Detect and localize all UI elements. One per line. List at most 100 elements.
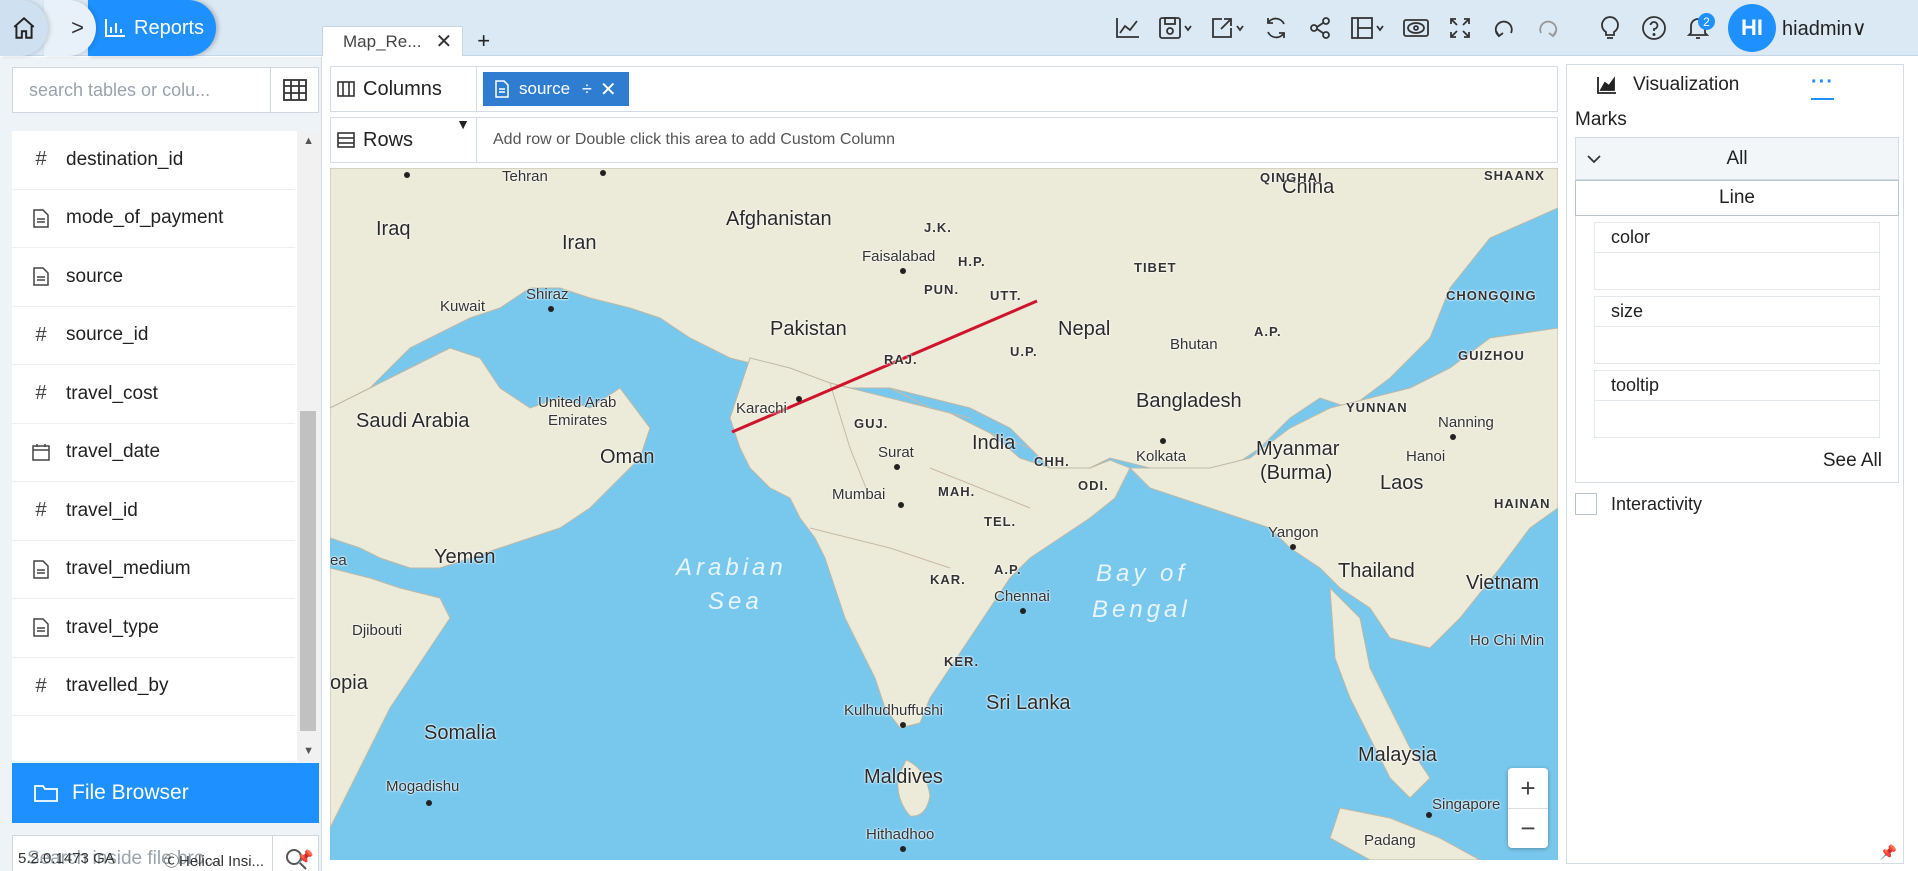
field-item[interactable]: travel_type <box>12 599 295 658</box>
refresh-button[interactable] <box>1254 8 1298 48</box>
preview-button[interactable] <box>1394 8 1438 48</box>
zoom-in-button[interactable]: + <box>1508 768 1548 808</box>
field-item[interactable]: # source_id <box>12 307 295 365</box>
text-field-icon <box>30 560 52 579</box>
field-item[interactable]: # travel_cost <box>12 365 295 424</box>
undo-button[interactable] <box>1482 8 1526 48</box>
map-label-guj: GUJ. <box>854 416 889 431</box>
marks-all-selector[interactable]: All <box>1576 138 1898 180</box>
field-name: travel_id <box>66 499 138 521</box>
pill-remove-icon[interactable]: ✕ <box>600 77 617 102</box>
map-label-ho-chi-minh: Ho Chi Min <box>1470 632 1545 649</box>
zoom-out-button[interactable]: − <box>1508 808 1548 848</box>
field-item[interactable]: source <box>12 248 295 307</box>
city-dot <box>900 268 906 274</box>
map-label-india: India <box>972 432 1016 454</box>
map-label-iraq: Iraq <box>376 218 411 240</box>
redo-icon <box>1539 20 1558 38</box>
left-panel: # destination_id mode_of_paymentsource # sou… <box>0 57 322 871</box>
mark-type-select[interactable]: Line <box>1575 180 1899 216</box>
city-dot <box>898 502 904 508</box>
interactivity-checkbox[interactable] <box>1575 493 1597 515</box>
mark-property-tooltip[interactable]: tooltip <box>1594 370 1880 438</box>
rows-icon <box>337 132 355 148</box>
mark-property-dropzone[interactable] <box>1595 327 1879 363</box>
field-item[interactable]: # travel_id <box>12 482 295 541</box>
text-field-icon <box>30 267 52 286</box>
share-button[interactable] <box>1298 8 1342 48</box>
map-label-yunnan: YUNNAN <box>1346 400 1408 415</box>
share-icon <box>1310 17 1330 39</box>
layout-dropdown[interactable] <box>1342 8 1394 48</box>
map-label-hp: H.P. <box>958 254 986 269</box>
pill-options-icon[interactable]: ÷ <box>582 79 592 100</box>
redo-button[interactable] <box>1526 8 1570 48</box>
chevron-down-icon <box>1576 148 1606 170</box>
map-label-somalia: Somalia <box>424 722 497 744</box>
notifications-button[interactable]: 2 <box>1676 8 1720 48</box>
table-search-input[interactable] <box>13 68 270 112</box>
text-field-icon <box>495 80 509 98</box>
map-label-myanmar-2: (Burma) <box>1260 462 1333 484</box>
field-item[interactable]: # destination_id <box>12 131 295 190</box>
reports-breadcrumb[interactable]: Reports <box>88 0 216 56</box>
tab-close-icon[interactable]: ✕ <box>435 29 452 54</box>
mark-property-color[interactable]: color <box>1594 222 1880 290</box>
scroll-down-icon[interactable]: ▼ <box>303 745 314 757</box>
field-list-scrollbar[interactable]: ▲ ▼ <box>297 131 319 761</box>
file-browser-label: File Browser <box>72 781 189 804</box>
add-tab-button[interactable]: + <box>463 26 504 56</box>
hash-icon: # <box>35 148 47 171</box>
file-browser-button[interactable]: File Browser <box>12 763 319 823</box>
copyright-link[interactable]: ⒸHelical Insi... <box>164 850 264 871</box>
field-item[interactable]: travel_date <box>12 424 295 482</box>
pin-icon[interactable]: 📌 <box>296 849 313 866</box>
scroll-up-icon[interactable]: ▲ <box>303 135 314 147</box>
save-dropdown[interactable] <box>1150 8 1202 48</box>
rows-shelf[interactable]: Rows ▼ Add row or Double click this area… <box>330 116 1558 163</box>
scrollbar-thumb[interactable] <box>300 411 316 731</box>
map-label-kolkata: Kolkata <box>1136 448 1187 465</box>
field-item[interactable]: mode_of_payment <box>12 190 295 248</box>
tips-button[interactable] <box>1588 8 1632 48</box>
visualization-tab[interactable]: Visualization ··· <box>1567 65 1903 105</box>
map-label-bay-of-bengal-1: Bay of <box>1096 560 1189 587</box>
home-button[interactable] <box>0 0 48 56</box>
mark-property-dropzone[interactable] <box>1595 401 1879 437</box>
mark-property-dropzone[interactable] <box>1595 253 1879 289</box>
field-name: travel_medium <box>66 558 191 580</box>
map-canvas[interactable]: Iraq Iran Afghanistan Pakistan Kuwait Sa… <box>330 168 1558 860</box>
interactivity-option[interactable]: Interactivity <box>1575 493 1702 515</box>
pin-icon[interactable]: 📌 <box>1880 844 1897 861</box>
calendar-icon <box>30 443 52 461</box>
field-item[interactable]: # travelled_by <box>12 658 295 716</box>
table-grid-icon <box>282 79 307 101</box>
map-label-odi: ODI. <box>1078 478 1109 493</box>
rows-dropdown-icon[interactable]: ▼ <box>456 116 470 132</box>
reports-label: Reports <box>134 16 205 39</box>
more-options-icon[interactable]: ··· <box>1811 71 1834 100</box>
column-pill-source[interactable]: source ÷ ✕ <box>483 72 629 106</box>
columns-shelf[interactable]: Columns source ÷ ✕ <box>330 66 1558 112</box>
line-chart-tool[interactable] <box>1106 8 1150 48</box>
export-dropdown[interactable] <box>1202 8 1254 48</box>
tab-map-report[interactable]: Map_Re... ✕ <box>322 26 464 56</box>
mark-property-size[interactable]: size <box>1594 296 1880 364</box>
help-icon <box>1642 16 1666 40</box>
city-dot <box>600 170 606 176</box>
table-view-button[interactable] <box>270 68 318 112</box>
see-all-link[interactable]: See All <box>1823 450 1882 472</box>
help-button[interactable] <box>1632 8 1676 48</box>
map-label-maldives: Maldives <box>864 766 943 788</box>
map-label-eritrea-partial: ea <box>330 552 347 569</box>
field-name: source_id <box>66 324 149 346</box>
fullscreen-button[interactable] <box>1438 8 1482 48</box>
mark-property-label: size <box>1595 297 1879 327</box>
map-label-kar: KAR. <box>930 572 966 587</box>
field-item[interactable]: travel_medium <box>12 541 295 599</box>
field-name: destination_id <box>66 148 184 170</box>
user-menu[interactable]: HI hiadmin∨ <box>1728 4 1867 52</box>
map-label-sri-lanka: Sri Lanka <box>986 692 1071 714</box>
save-icon <box>1159 17 1192 39</box>
map-label-yangon: Yangon <box>1268 524 1319 541</box>
